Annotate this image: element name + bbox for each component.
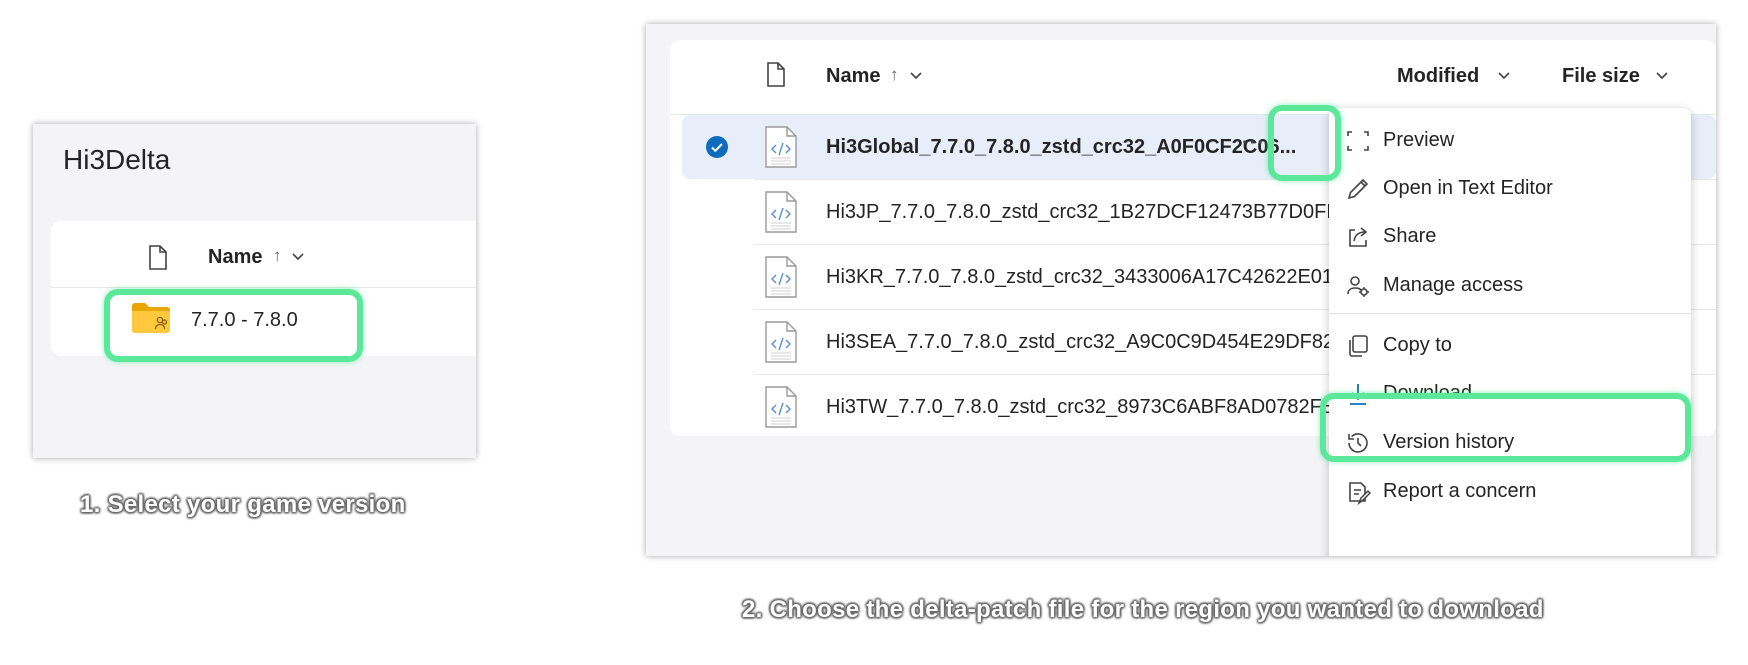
download-icon xyxy=(1345,381,1371,407)
document-icon xyxy=(765,62,787,93)
code-file-icon xyxy=(764,126,798,173)
chevron-down-icon[interactable] xyxy=(291,249,305,267)
menu-item-download[interactable]: Download xyxy=(1329,368,1691,422)
file-name[interactable]: Hi3JP_7.7.0_7.8.0_zstd_crc32_1B27DCF1247… xyxy=(826,201,1351,224)
file-browser-panel: Name ↑ Modified File size Hi3Global_7.7.… xyxy=(646,24,1716,556)
column-header-name[interactable]: Name xyxy=(826,65,880,88)
menu-item-label: Download xyxy=(1383,382,1472,404)
menu-item-label: Copy to xyxy=(1383,334,1452,356)
menu-item-label: Open in Text Editor xyxy=(1383,177,1553,199)
preview-icon xyxy=(1345,128,1371,154)
folder-row[interactable]: 7.7.0 - 7.8.0 xyxy=(51,288,476,356)
sort-ascending-icon[interactable]: ↑ xyxy=(890,65,899,85)
code-file-icon xyxy=(764,191,798,238)
file-list-card: Name ↑ 7.7.0 - 7.8.0 xyxy=(51,221,476,356)
checkmark-icon[interactable] xyxy=(705,135,729,164)
report-icon xyxy=(1345,479,1372,506)
folder-name[interactable]: 7.7.0 - 7.8.0 xyxy=(191,309,298,332)
people-icon xyxy=(1345,273,1371,299)
menu-item-open-in-text-editor[interactable]: Open in Text Editor xyxy=(1329,163,1691,217)
menu-item-label: Manage access xyxy=(1383,274,1524,296)
menu-item-label: Preview xyxy=(1383,129,1455,151)
shared-folder-icon xyxy=(131,302,171,339)
column-header-name[interactable]: Name xyxy=(208,246,262,269)
code-file-icon xyxy=(764,386,798,433)
folder-view-panel: Hi3Delta Name ↑ 7.7.0 - 7.8.0 xyxy=(33,124,476,458)
menu-item-label: Report a concern xyxy=(1383,480,1537,502)
file-name[interactable]: Hi3TW_7.7.0_7.8.0_zstd_crc32_8973C6ABF8A… xyxy=(826,396,1346,419)
sort-ascending-icon[interactable]: ↑ xyxy=(273,246,282,266)
file-name[interactable]: Hi3SEA_7.7.0_7.8.0_zstd_crc32_A9C0C9D454… xyxy=(826,331,1351,354)
chevron-down-icon[interactable] xyxy=(1497,68,1511,86)
code-file-icon xyxy=(764,256,798,303)
step1-caption: 1. Select your game version xyxy=(80,491,406,518)
chevron-down-icon[interactable] xyxy=(909,68,923,86)
menu-separator xyxy=(1329,313,1691,314)
code-file-icon xyxy=(764,321,798,368)
pencil-icon xyxy=(1345,176,1371,202)
more-options-button[interactable]: ··· xyxy=(1242,132,1265,155)
file-name[interactable]: Hi3KR_7.7.0_7.8.0_zstd_crc32_3433006A17C… xyxy=(826,266,1348,289)
menu-item-preview[interactable]: Preview xyxy=(1329,115,1691,169)
copy-icon xyxy=(1345,333,1371,359)
menu-item-copy-to[interactable]: Copy to xyxy=(1329,320,1691,374)
step2-caption: 2. Choose the delta-patch file for the r… xyxy=(742,596,1544,623)
column-header-file-size[interactable]: File size xyxy=(1562,65,1640,88)
share-icon xyxy=(1345,224,1371,250)
file-name[interactable]: Hi3Global_7.7.0_7.8.0_zstd_crc32_A0F0CF2… xyxy=(826,136,1296,159)
menu-item-manage-access[interactable]: Manage access xyxy=(1329,260,1691,314)
menu-item-label: Version history xyxy=(1383,431,1515,453)
context-menu: Preview Open in Text Editor Share Manage ac… xyxy=(1329,108,1691,556)
document-icon xyxy=(147,245,169,276)
menu-item-version-history[interactable]: Version history xyxy=(1329,417,1691,471)
page-title: Hi3Delta xyxy=(63,144,171,175)
history-icon xyxy=(1345,430,1371,456)
column-header-modified[interactable]: Modified xyxy=(1397,65,1479,88)
menu-item-share[interactable]: Share xyxy=(1329,211,1691,265)
chevron-down-icon[interactable] xyxy=(1655,68,1669,86)
menu-item-label: Share xyxy=(1383,225,1437,247)
menu-item-report-a-concern[interactable]: Report a concern xyxy=(1329,466,1691,520)
